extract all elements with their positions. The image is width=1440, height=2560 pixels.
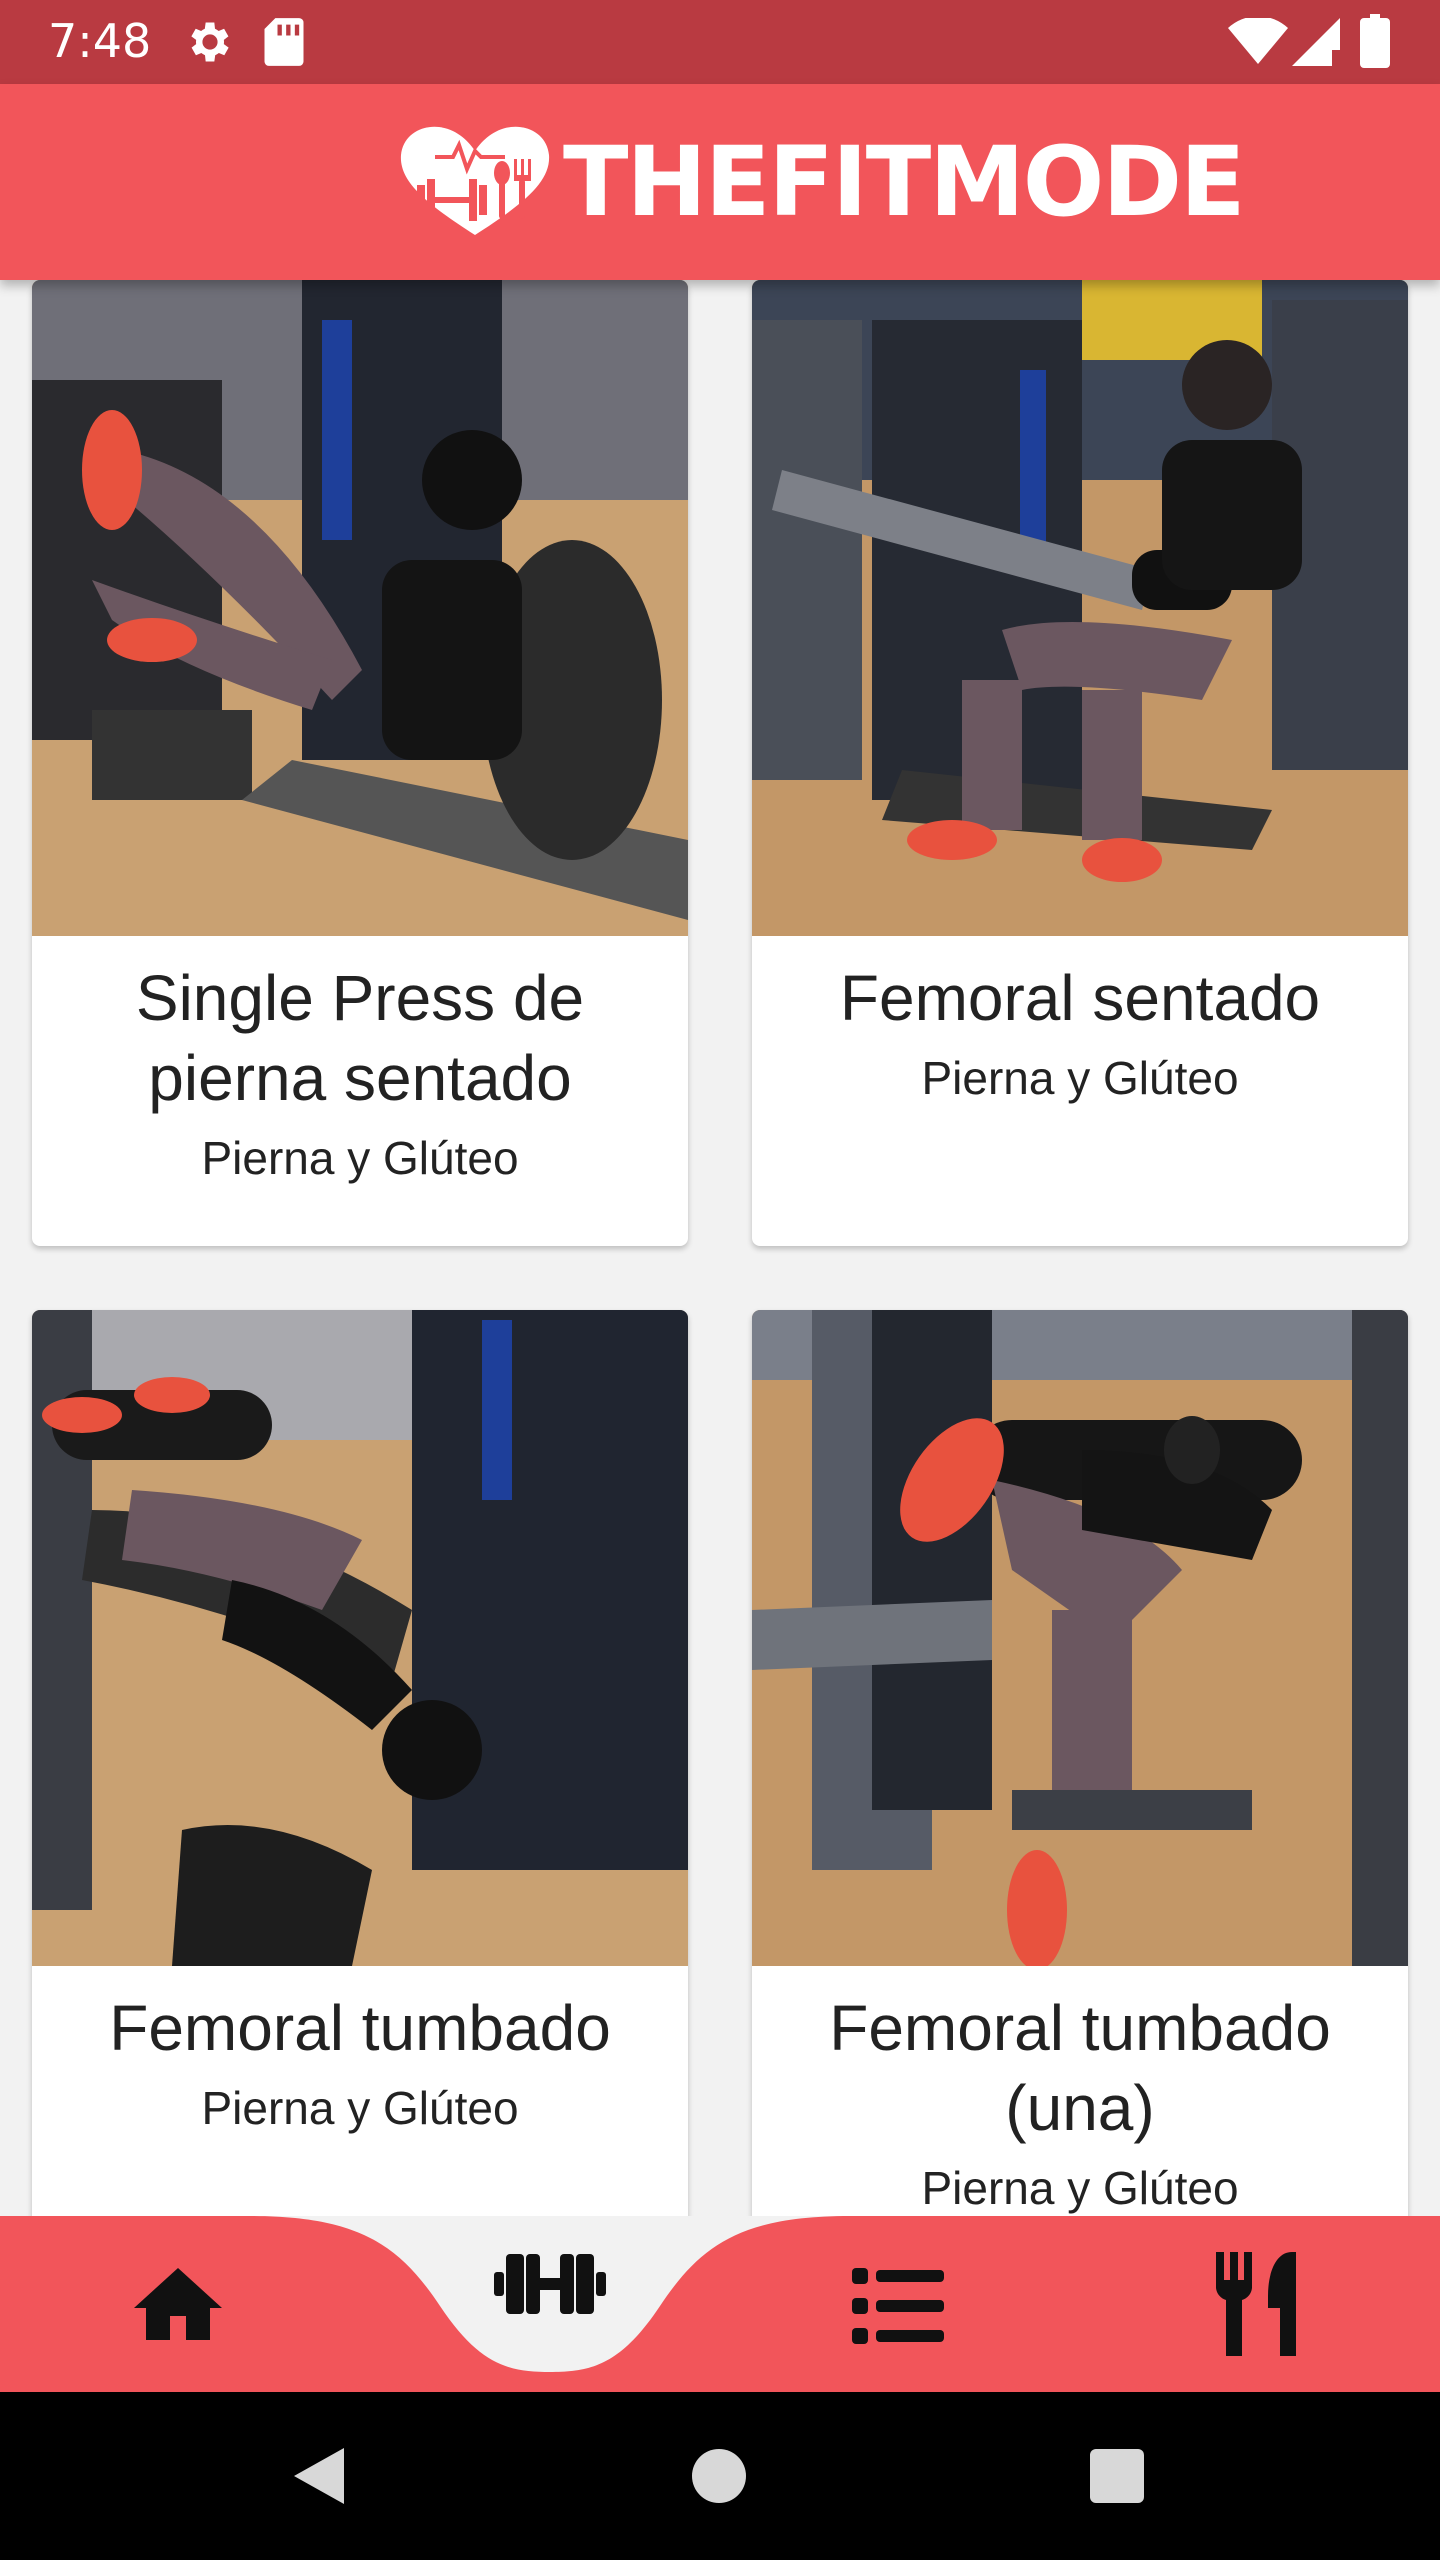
signal-icon — [1292, 18, 1340, 71]
list-icon — [852, 2268, 944, 2344]
status-time: 7:48 — [48, 14, 152, 68]
exercise-title: Femoral tumbado — [109, 1992, 611, 2064]
settings-icon — [184, 16, 236, 73]
exercise-category: Pierna y Glúteo — [201, 2082, 519, 2134]
exercise-card[interactable]: Femoral tumbado Pierna y Glúteo — [32, 1310, 688, 2216]
bottom-nav — [0, 2216, 1440, 2392]
exercise-photo — [752, 280, 1408, 936]
sd-card-icon — [262, 16, 306, 73]
home-circle-icon[interactable] — [692, 2449, 746, 2503]
exercise-category: Pierna y Glúteo — [921, 1052, 1239, 1104]
nav-list[interactable] — [852, 2268, 944, 2349]
app-logo: THEFITMODE — [395, 114, 1246, 250]
exercise-photo — [752, 1310, 1408, 1966]
app-header: THEFITMODE — [0, 84, 1440, 280]
exercise-title: Femoral sentado — [839, 962, 1321, 1034]
exercise-title: Femoral tumbado (una) — [829, 1992, 1331, 2144]
dumbbell-icon — [494, 2254, 606, 2314]
battery-icon — [1360, 14, 1390, 73]
home-icon — [134, 2268, 222, 2340]
exercise-grid: Single Press de pierna sentado Pierna y … — [0, 280, 1440, 2216]
exercise-category: Pierna y Glúteo — [201, 1132, 519, 1184]
nav-nutrition[interactable] — [1212, 2252, 1304, 2365]
exercise-category: Pierna y Glúteo — [921, 2162, 1239, 2214]
exercise-photo — [32, 280, 688, 936]
exercise-photo — [32, 1310, 688, 1966]
nav-workouts[interactable] — [494, 2248, 606, 2325]
back-icon[interactable] — [288, 2444, 348, 2508]
wifi-icon — [1228, 16, 1288, 71]
logo-emblem-icon — [400, 126, 550, 235]
recents-icon[interactable] — [1090, 2449, 1144, 2503]
fork-knife-icon — [1216, 2252, 1296, 2356]
logo-text: THEFITMODE — [563, 126, 1246, 238]
system-nav-bar — [0, 2392, 1440, 2560]
nav-home[interactable] — [130, 2264, 226, 2349]
exercise-card[interactable]: Femoral sentado Pierna y Glúteo — [752, 280, 1408, 1246]
exercise-card[interactable]: Single Press de pierna sentado Pierna y … — [32, 280, 688, 1246]
exercise-card[interactable]: Femoral tumbado (una) Pierna y Glúteo — [752, 1310, 1408, 2216]
exercise-title: Single Press de pierna sentado — [135, 962, 585, 1114]
status-bar: 7:48 — [0, 0, 1440, 84]
